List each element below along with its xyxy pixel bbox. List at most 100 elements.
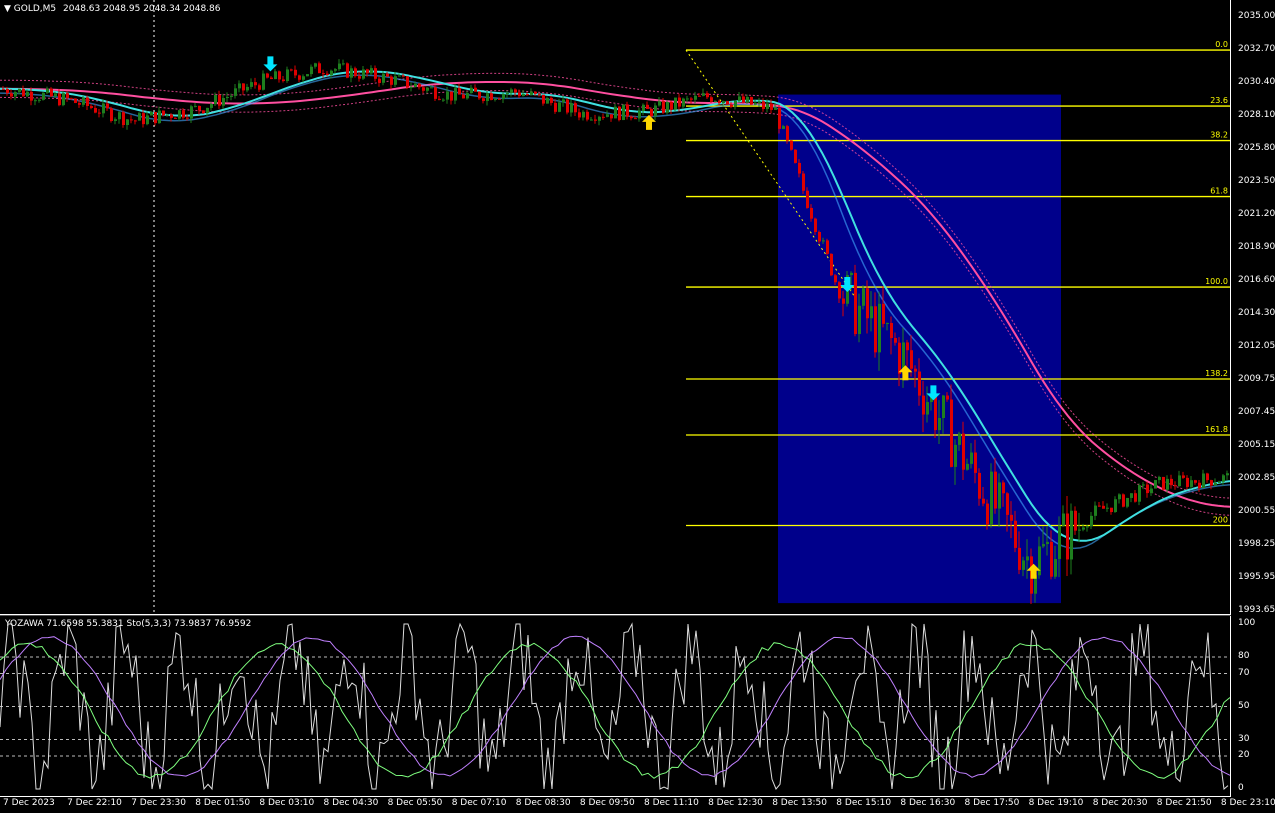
bear-candle: [726, 101, 729, 105]
bull-candle: [530, 91, 533, 95]
bear-candle: [550, 97, 553, 103]
fibonacci-level-label: 23.6: [1210, 96, 1228, 105]
price-chart-pane[interactable]: 0.0 23.6 38.2 61.8 100.0 138.2 161.8 200 ▼ GOLD…: [0, 0, 1230, 614]
bull-candle: [590, 119, 593, 121]
bear-candle: [1122, 494, 1125, 507]
bull-candle: [1214, 482, 1217, 486]
oscillator-scale[interactable]: 100 80 70 50 30 20 0: [1231, 616, 1275, 796]
bear-candle: [1010, 514, 1013, 521]
bear-candle: [838, 282, 841, 299]
bear-candle: [706, 93, 709, 98]
bull-candle: [970, 452, 973, 464]
bear-candle: [422, 87, 425, 91]
price-scale[interactable]: 2035.00 2032.70 2030.40 2028.10 2025.80 2023.…: [1231, 0, 1275, 615]
bear-candle: [602, 116, 605, 118]
oscillator-tick-label: 30: [1238, 733, 1250, 744]
bear-candle: [586, 111, 589, 120]
bull-candle: [150, 112, 153, 116]
bear-candle: [778, 107, 781, 129]
bull-candle: [250, 82, 253, 87]
bear-candle: [718, 101, 721, 104]
bear-candle: [1098, 505, 1101, 507]
bear-candle: [366, 69, 369, 74]
oscillator-tick-label: 70: [1238, 667, 1250, 678]
bull-candle: [454, 88, 457, 101]
bear-candle: [482, 98, 485, 102]
bull-candle: [1178, 475, 1181, 487]
bull-candle: [658, 101, 661, 106]
bear-candle: [794, 149, 797, 163]
bull-candle: [958, 433, 961, 445]
bear-candle: [434, 87, 437, 99]
bear-candle: [866, 288, 869, 319]
bull-candle: [466, 93, 469, 99]
bear-candle: [898, 342, 901, 374]
bear-candle: [70, 98, 73, 100]
bear-candle: [994, 471, 997, 509]
bull-candle: [262, 73, 265, 90]
bear-candle: [2, 88, 5, 90]
bear-candle: [982, 498, 985, 504]
bear-candle: [1198, 482, 1201, 488]
bear-candle: [710, 97, 713, 102]
bull-candle: [306, 74, 309, 77]
bull-candle: [494, 98, 497, 100]
time-scale[interactable]: 7 Dec 2023 7 Dec 22:10 7 Dec 23:30 8 Dec 01…: [0, 797, 1275, 813]
bull-candle: [1054, 559, 1057, 577]
bull-candle: [654, 105, 657, 117]
bull-candle: [1094, 505, 1097, 516]
price-chart-canvas[interactable]: 0.0 23.6 38.2 61.8 100.0 138.2 161.8 200: [0, 0, 1230, 614]
bull-candle: [734, 100, 737, 107]
bull-candle: [46, 88, 49, 93]
oscillator-pane[interactable]: YOZAWA 71.6598 55.3831 Sto(5,3,3) 73.983…: [0, 616, 1230, 796]
bear-candle: [162, 110, 165, 116]
price-tick-label: 2000.55: [1238, 505, 1275, 516]
price-tick-label: 2007.45: [1238, 406, 1275, 417]
bull-candle: [702, 93, 705, 96]
bear-candle: [474, 87, 477, 92]
price-tick-label: 2028.10: [1238, 110, 1275, 121]
bear-candle: [630, 116, 633, 119]
bear-candle: [1170, 478, 1173, 486]
bear-candle: [618, 106, 621, 121]
bull-candle: [714, 101, 717, 103]
bear-candle: [834, 275, 837, 283]
bull-candle: [138, 113, 141, 121]
bear-candle: [534, 91, 537, 94]
bear-candle: [402, 75, 405, 77]
fibonacci-level-label: 161.8: [1205, 425, 1228, 434]
bear-candle: [750, 96, 753, 105]
fibonacci-level-label: 100.0: [1205, 277, 1228, 286]
bull-candle: [166, 114, 169, 116]
fibonacci-level-label: 38.2: [1210, 131, 1228, 140]
price-tick-label: 1995.95: [1238, 571, 1275, 582]
bear-candle: [1110, 507, 1113, 513]
bull-candle: [822, 240, 825, 242]
bull-candle: [990, 471, 993, 525]
bear-candle: [134, 120, 137, 122]
bear-candle: [662, 101, 665, 113]
time-tick-label: 7 Dec 23:30: [131, 798, 186, 808]
time-tick-label: 8 Dec 04:30: [323, 798, 379, 808]
bull-candle: [370, 68, 373, 74]
bull-candle: [382, 73, 385, 83]
bull-candle: [638, 110, 641, 119]
bear-candle: [282, 79, 285, 82]
price-tick-label: 2021.20: [1238, 209, 1275, 220]
bear-candle: [814, 218, 817, 233]
bear-candle: [98, 112, 101, 114]
dropdown-arrow-icon[interactable]: ▼: [4, 4, 11, 14]
bear-candle: [270, 77, 273, 80]
price-tick-label: 1998.25: [1238, 538, 1275, 549]
price-tick-label: 2023.50: [1238, 176, 1275, 187]
bear-candle: [130, 119, 133, 121]
oscillator-tick-label: 80: [1238, 651, 1250, 661]
bull-candle: [410, 86, 413, 88]
bear-candle: [538, 93, 541, 95]
bear-candle: [142, 113, 145, 125]
price-tick-label: 2025.80: [1238, 143, 1275, 154]
bear-candle: [1102, 505, 1105, 509]
bear-candle: [842, 298, 845, 304]
oscillator-canvas[interactable]: [0, 616, 1230, 796]
time-tick-label: 7 Dec 2023: [3, 798, 55, 808]
